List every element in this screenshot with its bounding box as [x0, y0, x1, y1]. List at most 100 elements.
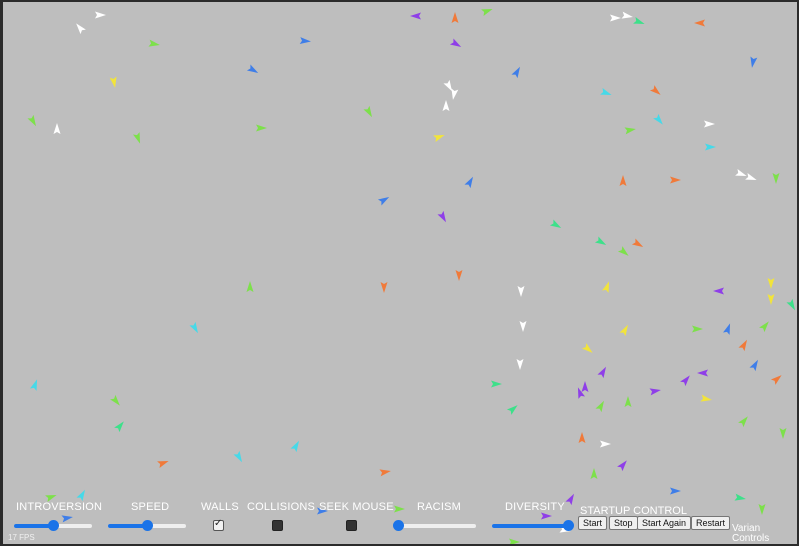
- boid: [549, 219, 562, 228]
- boid: [680, 375, 690, 387]
- start-button[interactable]: Start: [578, 516, 608, 530]
- boid: [704, 120, 715, 128]
- boid: [738, 339, 747, 352]
- speed-slider[interactable]: [108, 520, 186, 531]
- boid: [451, 88, 459, 100]
- boid: [597, 366, 606, 379]
- boid: [600, 88, 612, 96]
- boid: [610, 14, 621, 22]
- boid: [670, 176, 681, 184]
- boid: [617, 246, 629, 256]
- boid: [377, 197, 390, 206]
- boid: [95, 11, 106, 19]
- boid: [565, 493, 574, 506]
- boid: [767, 278, 775, 289]
- boid: [595, 400, 604, 413]
- seek-mouse-label: SEEK MOUSE: [319, 501, 394, 513]
- boid: [380, 282, 388, 293]
- boid: [590, 468, 598, 479]
- boid: [697, 369, 708, 377]
- boid: [517, 286, 525, 297]
- boid: [758, 504, 766, 515]
- boid: [786, 298, 795, 311]
- boid: [256, 124, 267, 132]
- boid: [617, 460, 627, 472]
- restart-button[interactable]: Restart: [691, 516, 731, 530]
- boid: [734, 493, 746, 501]
- boid: [770, 375, 782, 385]
- boid: [491, 380, 502, 388]
- boid: [594, 236, 607, 245]
- boid: [379, 469, 391, 477]
- introversion-slider[interactable]: [14, 520, 92, 531]
- boid: [779, 428, 787, 439]
- collisions-checkbox[interactable]: [272, 520, 283, 531]
- boid: [30, 379, 38, 391]
- boid: [509, 538, 520, 544]
- boid: [449, 38, 462, 47]
- boid: [410, 12, 421, 20]
- boid: [233, 450, 242, 463]
- boid: [109, 76, 117, 88]
- boid: [148, 39, 160, 47]
- boid: [670, 487, 681, 495]
- boid: [53, 123, 61, 134]
- boid: [735, 169, 747, 177]
- boid: [653, 113, 663, 125]
- boid: [481, 8, 493, 16]
- boid: [157, 460, 169, 468]
- boid: [451, 12, 459, 23]
- boid: [759, 321, 769, 333]
- boid: [516, 359, 524, 370]
- walls-label: WALLS: [201, 501, 239, 513]
- boid: [578, 432, 586, 443]
- boid: [363, 105, 372, 118]
- boid: [394, 505, 405, 513]
- boid: [619, 175, 627, 186]
- boid: [602, 281, 610, 293]
- boid: [750, 56, 758, 68]
- boid: [581, 343, 593, 353]
- checkmark-icon: ✓: [214, 518, 223, 529]
- boid: [767, 294, 775, 305]
- boid: [442, 100, 450, 111]
- boid: [581, 381, 589, 392]
- boid: [27, 114, 36, 127]
- variant-controls-label: Varian Controls: [732, 523, 770, 544]
- boid: [713, 287, 724, 295]
- racism-slider[interactable]: [393, 520, 476, 531]
- boid-flock: [27, 8, 795, 544]
- boid: [633, 17, 645, 25]
- boid: [455, 270, 463, 281]
- boid: [246, 281, 254, 292]
- boid: [624, 396, 632, 407]
- boid: [694, 19, 705, 27]
- boid: [114, 421, 124, 433]
- walls-checkbox[interactable]: ✓: [213, 518, 224, 531]
- boid: [624, 127, 636, 135]
- boid: [723, 323, 731, 335]
- seek-mouse-checkbox[interactable]: [346, 520, 357, 531]
- boid: [437, 210, 446, 223]
- boid: [76, 23, 86, 35]
- boid: [299, 37, 311, 45]
- boid: [290, 440, 299, 453]
- introversion-label: INTROVERSION: [16, 501, 103, 513]
- simulation-canvas[interactable]: INTROVERSION SPEED WALLS ✓ COLLISIONS SE…: [3, 2, 797, 544]
- fps-counter: 17 FPS: [8, 533, 35, 542]
- boid: [519, 321, 527, 332]
- boid: [649, 388, 661, 396]
- diversity-slider[interactable]: [492, 520, 574, 531]
- boid: [246, 64, 259, 73]
- boid: [110, 394, 120, 406]
- boid: [745, 173, 757, 181]
- start-again-button[interactable]: Start Again: [637, 516, 692, 530]
- boid: [133, 132, 141, 144]
- boid: [738, 416, 748, 428]
- boid: [600, 440, 611, 448]
- stop-button[interactable]: Stop: [609, 516, 638, 530]
- boid: [631, 238, 644, 247]
- boid: [749, 359, 758, 372]
- boid: [76, 489, 85, 502]
- boid: [189, 321, 198, 334]
